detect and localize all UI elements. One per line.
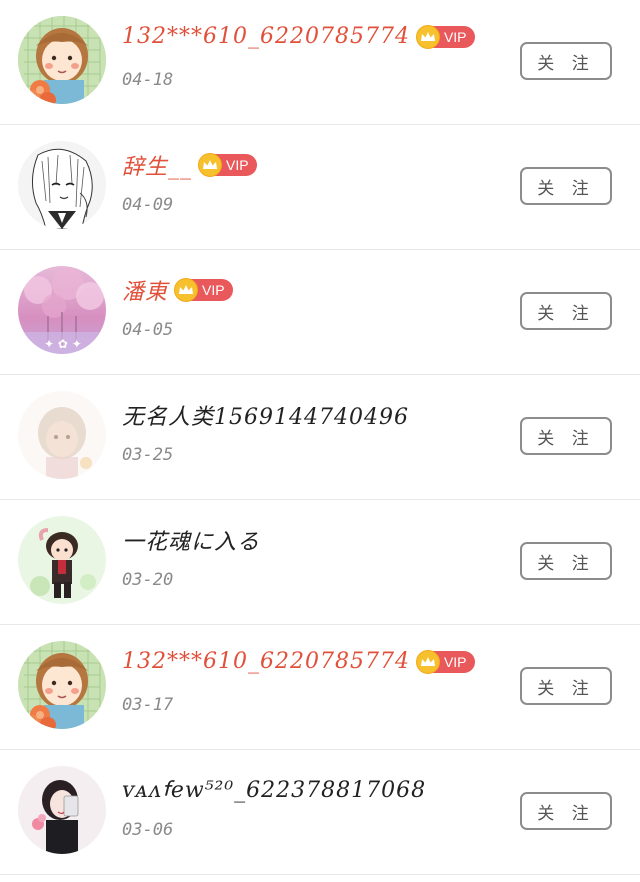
svg-text:✦ ✿ ✦: ✦ ✿ ✦: [44, 337, 82, 351]
follow-date: 04-18: [122, 70, 174, 90]
follow-date: 03-25: [122, 445, 174, 465]
list-item[interactable]: 无名人类1569144740496 03-25 关 注: [0, 375, 640, 500]
list-item[interactable]: 132***610_6220785774 VIP 04-18 关 注: [0, 0, 640, 125]
vip-label: VIP: [443, 653, 467, 670]
follow-date: 03-20: [122, 570, 174, 590]
username[interactable]: 潘東: [122, 274, 168, 306]
vip-label: VIP: [443, 28, 467, 45]
avatar[interactable]: [18, 391, 106, 479]
follow-date: 03-17: [122, 695, 174, 715]
vip-label: VIP: [226, 157, 249, 173]
username[interactable]: 无名人类1569144740496: [122, 399, 409, 431]
crown-icon: [415, 649, 440, 674]
vip-badge: VIP: [415, 649, 475, 674]
list-item[interactable]: 一花魂に入る 03-20 关 注: [0, 500, 640, 625]
name-line: 132***610_6220785774 VIP: [122, 649, 475, 674]
crown-icon: [174, 278, 199, 302]
follow-date: 04-09: [122, 195, 174, 215]
avatar[interactable]: [18, 16, 106, 104]
list-item[interactable]: ✦ ✿ ✦ 潘東 VIP 04-05 关 注: [0, 250, 640, 375]
name-line: 一花魂に入る: [122, 524, 260, 556]
follow-button[interactable]: 关 注: [520, 42, 612, 80]
vip-badge: VIP: [174, 278, 233, 302]
name-line: 132***610_6220785774 VIP: [122, 24, 475, 49]
list-item[interactable]: ᴠᴀᴧꬵew⁵²⁰_6223788170​68 03-06 关 注: [0, 750, 640, 875]
vip-label: VIP: [202, 282, 225, 298]
avatar[interactable]: [18, 516, 106, 604]
list-item[interactable]: 132***610_6220785774 VIP 03-17 关 注: [0, 625, 640, 750]
name-line: 辞生__ VIP: [122, 149, 257, 181]
follow-button[interactable]: 关 注: [520, 417, 612, 455]
follow-button[interactable]: 关 注: [520, 792, 612, 830]
follower-list: 132***610_6220785774 VIP 04-18 关 注 辞生__ …: [0, 0, 640, 875]
username[interactable]: 132***610_6220785774: [122, 24, 410, 49]
username[interactable]: 132***610_6220785774: [122, 649, 410, 674]
vip-badge: VIP: [198, 153, 257, 177]
list-item[interactable]: 辞生__ VIP 04-09 关 注: [0, 125, 640, 250]
follow-button[interactable]: 关 注: [520, 292, 612, 330]
crown-icon: [415, 24, 440, 49]
username[interactable]: ᴠᴀᴧꬵew⁵²⁰_6223788170​68: [122, 774, 426, 804]
follow-date: 04-05: [122, 320, 174, 340]
avatar[interactable]: [18, 141, 106, 229]
avatar[interactable]: [18, 641, 106, 729]
avatar[interactable]: [18, 766, 106, 854]
vip-badge: VIP: [415, 24, 475, 49]
follow-button[interactable]: 关 注: [520, 167, 612, 205]
follow-button[interactable]: 关 注: [520, 667, 612, 705]
name-line: 潘東 VIP: [122, 274, 233, 306]
name-line: 无名人类1569144740496: [122, 399, 409, 431]
follow-date: 03-06: [122, 820, 174, 840]
crown-icon: [198, 153, 223, 177]
username[interactable]: 辞生__: [122, 149, 192, 181]
avatar[interactable]: ✦ ✿ ✦: [18, 266, 106, 354]
username[interactable]: 一花魂に入る: [122, 524, 260, 556]
name-line: ᴠᴀᴧꬵew⁵²⁰_6223788170​68: [122, 774, 426, 804]
follow-button[interactable]: 关 注: [520, 542, 612, 580]
